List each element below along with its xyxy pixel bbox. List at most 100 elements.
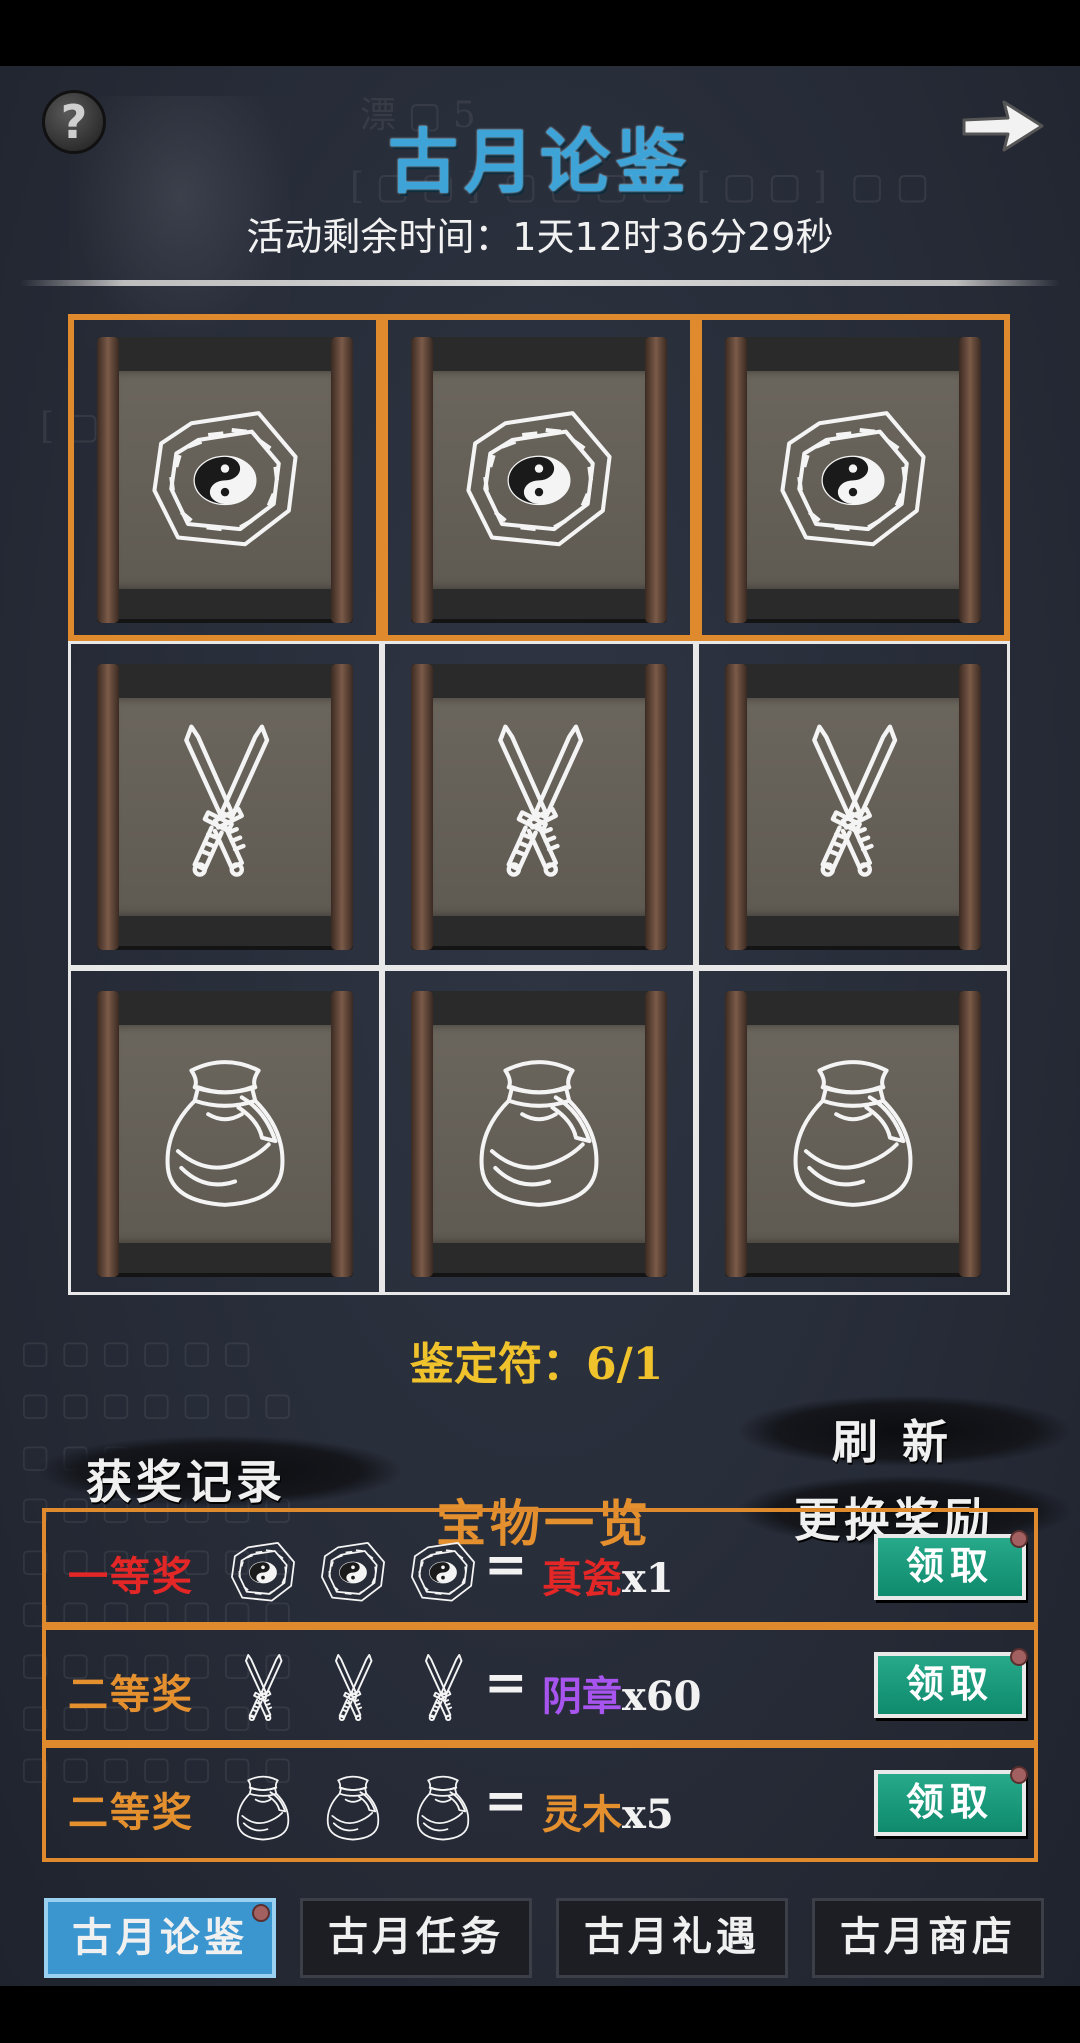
- grid-cell[interactable]: [696, 641, 1010, 968]
- scroll-end: [725, 991, 747, 1277]
- bagua-icon: [769, 393, 937, 561]
- crossed-swords-icon: [455, 720, 623, 888]
- claim-button[interactable]: 领取: [874, 1530, 1028, 1600]
- award-records-button[interactable]: 获奖记录: [86, 1446, 286, 1512]
- scroll-rod: [725, 1237, 981, 1277]
- prize-rank: 二等奖: [68, 1789, 194, 1836]
- refresh-button[interactable]: 刷 新: [832, 1406, 952, 1472]
- scroll-frame: [411, 337, 667, 623]
- counter-label: 鉴定符：: [410, 1339, 586, 1390]
- scroll-rod: [411, 910, 667, 950]
- pouch-icon: [406, 1770, 480, 1844]
- tab-3[interactable]: 古月礼遇: [556, 1898, 788, 1978]
- pouch-icon: [226, 1770, 300, 1844]
- pouch-icon: [455, 1047, 623, 1215]
- pouch-icon: [141, 1047, 309, 1215]
- event-screen: 漂 ▢ 5 [ ▢ ▢ ] ▢ ▢ ▢ ▢ [ ▢ ▢ ] ▢ ▢ [ ▢ ▢ …: [0, 66, 1080, 1986]
- scroll-rod: [725, 910, 981, 950]
- event-timer: 活动剩余时间：1天12时36分29秒: [0, 206, 1080, 261]
- prize-reward: 阴章x60: [542, 1664, 702, 1722]
- prize-reward: 灵木x5: [542, 1782, 674, 1840]
- scroll-end: [97, 337, 119, 623]
- scroll-end: [97, 991, 119, 1277]
- status-bar: [0, 0, 1080, 66]
- scroll-frame: [725, 337, 981, 623]
- crossed-swords-icon: [226, 1652, 300, 1726]
- scroll-end: [411, 991, 433, 1277]
- scroll-rod: [411, 583, 667, 623]
- timer-label: 活动剩余时间：: [246, 215, 513, 259]
- crossed-swords-icon: [141, 720, 309, 888]
- scroll-frame: [97, 337, 353, 623]
- grid-cell[interactable]: [382, 968, 696, 1295]
- tab-2[interactable]: 古月任务: [300, 1898, 532, 1978]
- reward-name: 阴章: [542, 1673, 622, 1720]
- reward-quantity: x5: [622, 1791, 674, 1838]
- crossed-swords-icon: [406, 1652, 480, 1726]
- scroll-end: [725, 664, 747, 950]
- appraisal-counter: 鉴定符：6/1: [410, 1328, 663, 1392]
- header-divider: [20, 280, 1060, 286]
- scroll-frame: [725, 664, 981, 950]
- reward-name: 真瓷: [542, 1555, 622, 1602]
- grid-cell[interactable]: [68, 314, 382, 641]
- scroll-end: [645, 337, 667, 623]
- scroll-frame: [411, 664, 667, 950]
- bagua-icon: [455, 393, 623, 561]
- prize-row: 二等奖 = 阴章x60 领取: [42, 1626, 1038, 1744]
- notification-dot: [1010, 1530, 1028, 1548]
- scroll-frame: [97, 991, 353, 1277]
- grid-cell[interactable]: [696, 314, 1010, 641]
- scroll-end: [411, 664, 433, 950]
- navigation-bar: [0, 1986, 1080, 2043]
- scroll-end: [645, 991, 667, 1277]
- tab-label: 古月论鉴: [72, 1914, 248, 1961]
- scroll-rod: [97, 583, 353, 623]
- reward-quantity: x60: [622, 1673, 702, 1720]
- equals-sign: =: [484, 1534, 528, 1595]
- equals-sign: =: [484, 1770, 528, 1831]
- prize-reward: 真瓷x1: [542, 1546, 674, 1604]
- scroll-end: [959, 337, 981, 623]
- scroll-end: [645, 664, 667, 950]
- scroll-end: [97, 664, 119, 950]
- claim-label: 领取: [905, 1779, 994, 1824]
- pouch-icon: [769, 1047, 937, 1215]
- grid-cell[interactable]: [68, 968, 382, 1295]
- tab-4[interactable]: 古月商店: [812, 1898, 1044, 1978]
- scroll-rod: [411, 1237, 667, 1277]
- scroll-rod: [97, 910, 353, 950]
- grid-cell[interactable]: [68, 641, 382, 968]
- grid-cell[interactable]: [696, 968, 1010, 1295]
- claim-label: 领取: [905, 1661, 994, 1706]
- scroll-rod: [97, 1237, 353, 1277]
- scroll-end: [331, 664, 353, 950]
- bagua-icon: [141, 393, 309, 561]
- claim-label: 领取: [905, 1543, 994, 1588]
- claim-button[interactable]: 领取: [874, 1648, 1028, 1718]
- notification-dot: [252, 1904, 270, 1922]
- scroll-rod: [725, 583, 981, 623]
- tab-label: 古月礼遇: [584, 1913, 760, 1960]
- scroll-frame: [411, 991, 667, 1277]
- page-title: 古月论鉴: [388, 120, 692, 203]
- notification-dot: [1010, 1766, 1028, 1784]
- crossed-swords-icon: [316, 1652, 390, 1726]
- scroll-end: [959, 991, 981, 1277]
- prize-rank: 二等奖: [68, 1671, 194, 1718]
- counter-value: 6/1: [586, 1339, 664, 1390]
- grid-cell[interactable]: [382, 314, 696, 641]
- scroll-frame: [97, 664, 353, 950]
- crossed-swords-icon: [769, 720, 937, 888]
- timer-value: 1天12时36分29秒: [512, 215, 834, 259]
- prize-row: 一等奖 = 真瓷x1 领取: [42, 1508, 1038, 1626]
- scroll-end: [331, 337, 353, 623]
- notification-dot: [1010, 1648, 1028, 1666]
- bagua-icon: [406, 1534, 480, 1608]
- prize-row: 二等奖 = 灵木x5 领取: [42, 1744, 1038, 1862]
- tab-1[interactable]: 古月论鉴: [44, 1898, 276, 1978]
- grid-cell[interactable]: [382, 641, 696, 968]
- scroll-end: [959, 664, 981, 950]
- bagua-icon: [226, 1534, 300, 1608]
- claim-button[interactable]: 领取: [874, 1766, 1028, 1836]
